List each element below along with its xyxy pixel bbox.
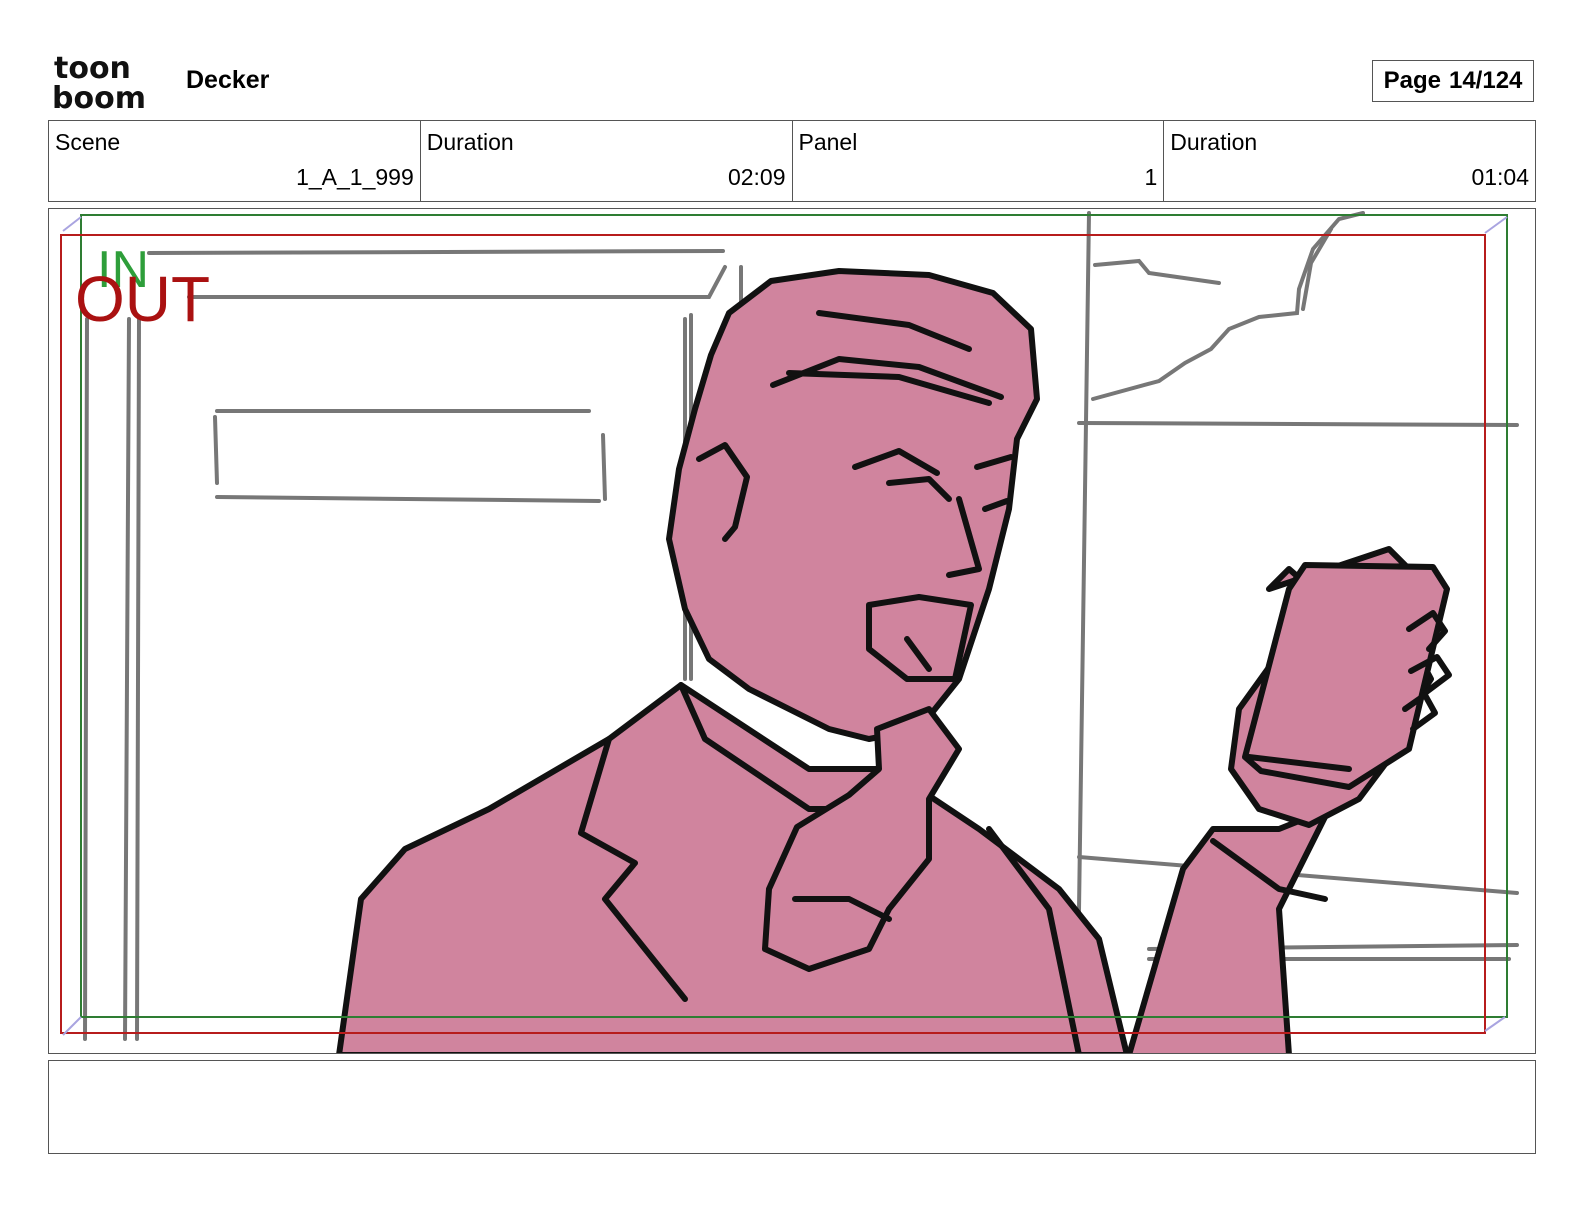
scene-duration-value: 02:09 [727, 164, 786, 190]
panel-duration-cell: Duration 01:04 [1164, 121, 1535, 201]
scene-cell: Scene 1_A_1_999 [49, 121, 421, 201]
storyboard-drawing: IN OUT [60, 211, 1519, 1053]
panel-value: 1 [1144, 164, 1158, 190]
scene-duration-label: Duration [426, 129, 514, 155]
character-sketch [336, 268, 1452, 1053]
panel-info-table: Scene 1_A_1_999 Duration 02:09 Panel 1 D… [48, 120, 1536, 202]
scene-duration-cell: Duration 02:09 [421, 121, 793, 201]
logo-text-bottom: boom [52, 81, 146, 112]
scene-value: 1_A_1_999 [296, 164, 414, 190]
panel-duration-value: 01:04 [1471, 164, 1529, 190]
scene-label: Scene [55, 129, 121, 155]
panel-cell: Panel 1 [793, 121, 1165, 201]
panel-duration-label: Duration [1170, 129, 1258, 155]
project-name: Decker [186, 66, 270, 94]
page-indicator: Page 14/124 [1372, 60, 1534, 102]
page-value: 14/124 [1448, 67, 1523, 94]
page-label: Page [1383, 67, 1441, 94]
toonboom-logo: toon boom [52, 51, 162, 116]
storyboard-panel-image: IN OUT [48, 208, 1536, 1054]
panel-label: Panel [798, 129, 858, 155]
out-marker: OUT [75, 263, 210, 335]
panel-caption-box[interactable] [48, 1060, 1536, 1154]
